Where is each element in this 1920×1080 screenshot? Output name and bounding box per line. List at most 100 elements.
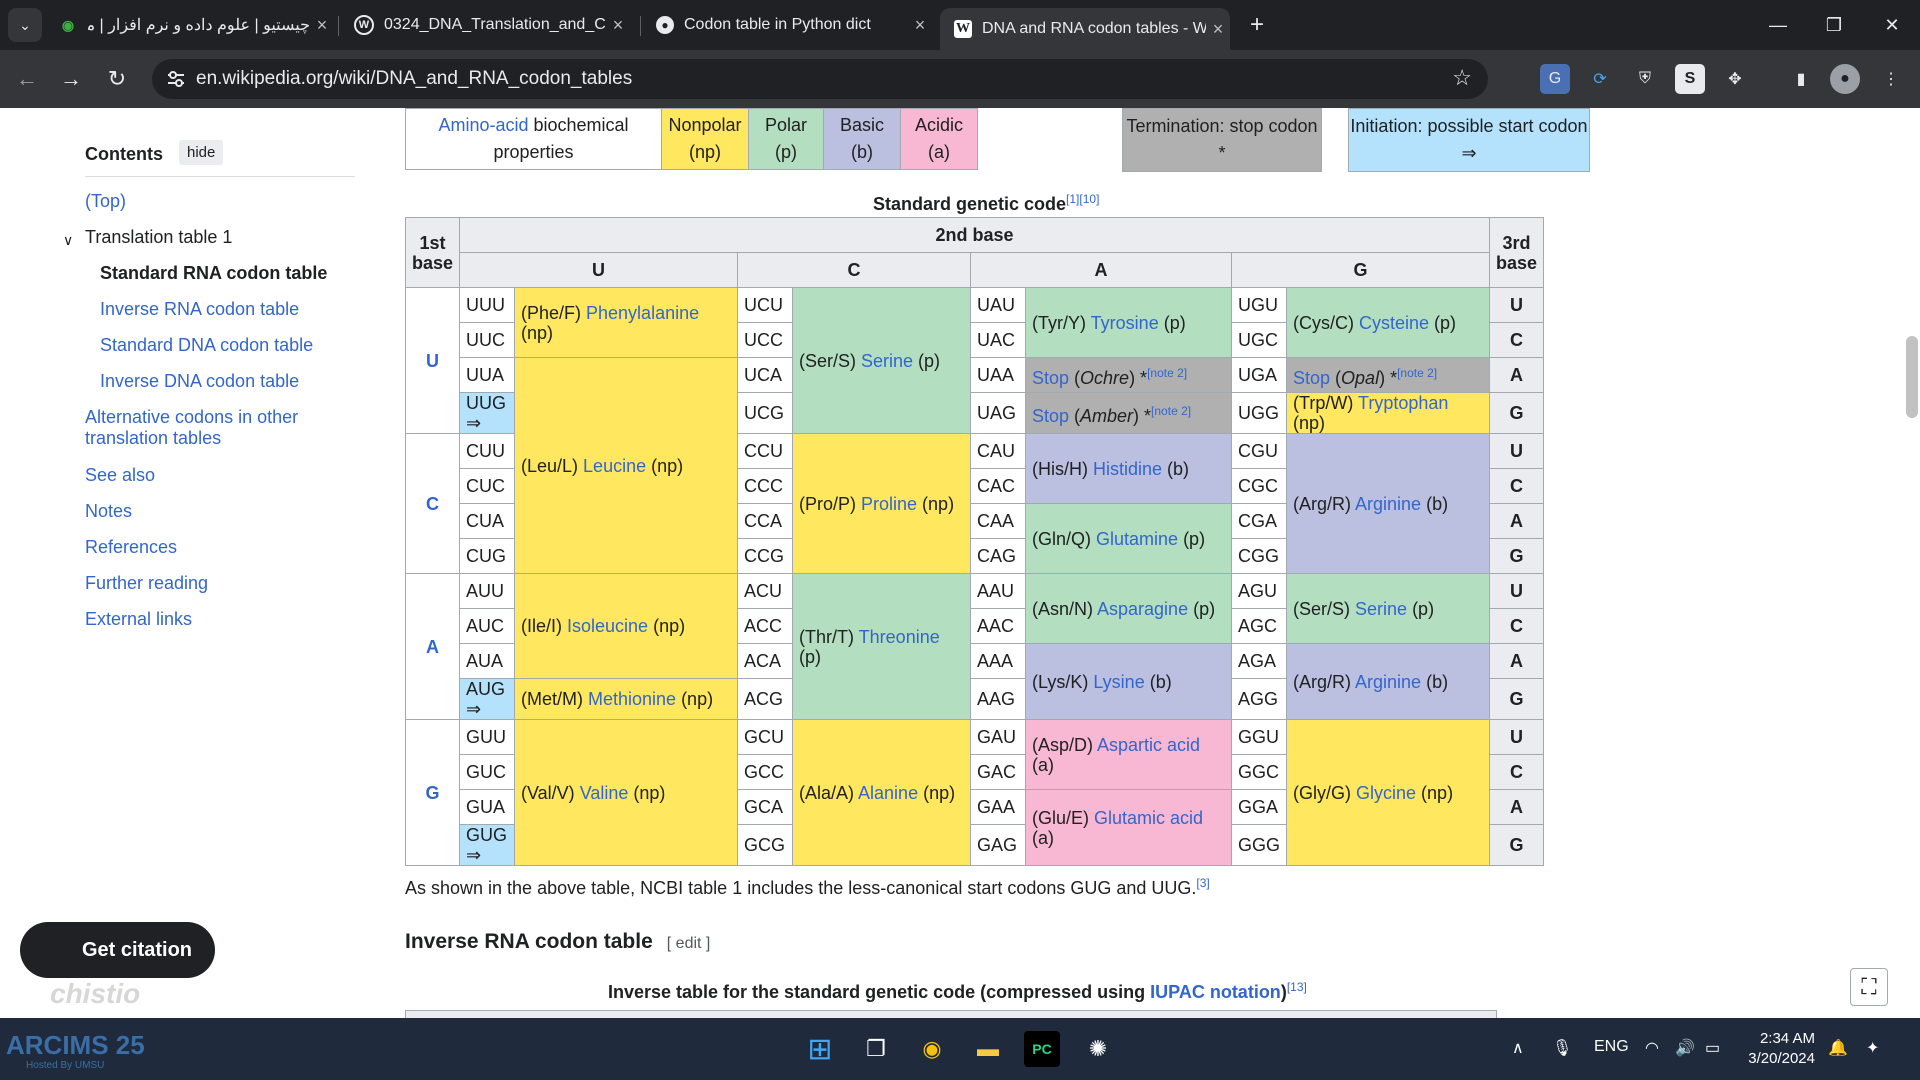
amino-acid-link[interactable]: Valine (580, 783, 629, 803)
sync-extension-icon[interactable]: ⟳ (1585, 64, 1615, 94)
toc-item-translation-table-1[interactable]: ∨ Translation table 1 (63, 227, 232, 248)
notification-bell-icon[interactable]: 🔔 (1828, 1038, 1848, 1058)
system-clock[interactable]: 2:34 AM 3/20/2024 (1745, 1029, 1815, 1069)
toc-item-standard-dna[interactable]: Standard DNA codon table (100, 335, 313, 356)
codon-cell: AAC (970, 608, 1026, 644)
amino-acid-link[interactable]: Arginine (1355, 494, 1421, 514)
toc-item-further-reading[interactable]: Further reading (85, 573, 208, 594)
tab-github[interactable]: ● Codon table in Python dict × (642, 8, 932, 42)
tab-wikipedia[interactable]: W DNA and RNA codon tables - W × (940, 8, 1230, 50)
menu-kebab-icon[interactable]: ⋮ (1876, 64, 1906, 94)
amino-acid-link[interactable]: Glutamine (1096, 529, 1178, 549)
legend-nonpolar: Nonpolar (np) (661, 108, 749, 170)
language-indicator[interactable]: ENG (1594, 1038, 1629, 1056)
amino-acid-link[interactable]: Serine (861, 351, 913, 371)
amino-acid-link[interactable]: Phenylalanine (586, 303, 699, 323)
get-citation-button[interactable]: Get citation (20, 922, 215, 978)
amino-acid-link[interactable]: Asparagine (1097, 599, 1188, 619)
toc-item-top[interactable]: (Top) (85, 191, 126, 212)
battery-icon[interactable]: ▭ (1705, 1038, 1720, 1058)
amino-acid-link[interactable]: Serine (1355, 599, 1407, 619)
amino-acid-link[interactable]: Isoleucine (567, 616, 648, 636)
chrome-icon[interactable]: ◉ (914, 1031, 950, 1067)
iupac-notation-link[interactable]: IUPAC notation (1150, 982, 1281, 1002)
header-second-A: A (970, 252, 1232, 288)
amino-acid-link[interactable]: Glycine (1356, 783, 1416, 803)
app-icon[interactable]: ✺ (1080, 1031, 1116, 1067)
note-ref[interactable]: [note 2] (1397, 366, 1437, 380)
address-bar[interactable]: en.wikipedia.org/wiki/DNA_and_RNA_codon_… (152, 59, 1488, 99)
tab-search-button[interactable]: ⌄ (8, 8, 42, 42)
toc-item-see-also[interactable]: See also (85, 465, 155, 486)
minimize-button[interactable]: — (1750, 0, 1806, 50)
amino-acid-link[interactable]: Tryptophan (1358, 393, 1448, 413)
amino-acid-link[interactable]: Amino-acid (438, 115, 528, 135)
scrollbar-thumb[interactable] (1906, 336, 1918, 418)
amino-acid-link[interactable]: Cysteine (1359, 313, 1429, 333)
shield-extension-icon[interactable]: ⛨ (1630, 64, 1660, 94)
restore-button[interactable]: ❐ (1806, 0, 1862, 50)
chevron-down-icon[interactable]: ∨ (63, 230, 73, 251)
note-ref[interactable]: [note 2] (1151, 404, 1191, 418)
amino-acid-link[interactable]: Leucine (583, 456, 646, 476)
toc-hide-button[interactable]: hide (179, 140, 224, 165)
tab-wordpress[interactable]: W 0324_DNA_Translation_and_Co × (340, 8, 630, 42)
toc-item-external-links[interactable]: External links (85, 609, 192, 630)
paragraph-ref[interactable]: [3] (1196, 876, 1209, 890)
profile-avatar[interactable]: ● (1830, 64, 1860, 94)
pycharm-icon[interactable]: PC (1024, 1031, 1060, 1067)
wifi-icon[interactable]: ◠ (1645, 1038, 1659, 1058)
edit-section-link[interactable]: [ edit ] (667, 935, 711, 952)
reload-button[interactable]: ↻ (100, 62, 134, 96)
side-panel-icon[interactable]: ▮ (1786, 64, 1816, 94)
fullscreen-icon[interactable]: ⛶ (1850, 968, 1888, 1006)
toc-item-alternative-codons[interactable]: Alternative codons in other translation … (85, 407, 315, 449)
amino-acid-link[interactable]: Tyrosine (1091, 313, 1159, 333)
forward-button[interactable]: → (54, 62, 88, 96)
toc-item-inverse-rna[interactable]: Inverse RNA codon table (100, 299, 299, 320)
file-explorer-icon[interactable]: ▬ (970, 1031, 1006, 1067)
amino-acid-link[interactable]: Aspartic acid (1097, 735, 1200, 755)
inverse-caption-ref[interactable]: [13] (1287, 980, 1307, 994)
toc-item-notes[interactable]: Notes (85, 501, 132, 522)
page-scrollbar[interactable] (1904, 108, 1920, 1018)
microphone-icon[interactable]: 🎙 (1552, 1038, 1572, 1058)
close-icon[interactable]: × (310, 15, 334, 36)
new-tab-button[interactable]: + (1240, 8, 1274, 42)
bookmark-star-icon[interactable]: ☆ (1452, 65, 1472, 91)
toc-item-inverse-dna[interactable]: Inverse DNA codon table (100, 371, 299, 392)
amino-acid-link[interactable]: Methionine (588, 689, 676, 709)
copilot-icon[interactable]: ✦ (1866, 1038, 1879, 1058)
amino-acid-link[interactable]: Stop (1293, 368, 1330, 388)
tab-chistio[interactable]: ◉ چیستیو | علوم داده و نرم افزار | مـ × (44, 8, 334, 42)
close-icon[interactable]: × (606, 15, 630, 36)
windows-start-icon[interactable]: ⊞ (802, 1031, 838, 1067)
amino-acid-link[interactable]: Alanine (858, 783, 918, 803)
close-window-button[interactable]: ✕ (1864, 0, 1920, 50)
codon-cell: CGC (1230, 468, 1288, 504)
back-button[interactable]: ← (10, 62, 44, 96)
amino-acid-link[interactable]: Proline (861, 494, 917, 514)
amino-acid-link[interactable]: Stop (1032, 406, 1069, 426)
task-view-icon[interactable]: ❐ (858, 1031, 894, 1067)
close-icon[interactable]: × (908, 15, 932, 36)
site-settings-icon[interactable] (166, 69, 186, 89)
note-ref[interactable]: [note 2] (1147, 366, 1187, 380)
toc-item-references[interactable]: References (85, 537, 177, 558)
amino-acid-link[interactable]: Arginine (1355, 672, 1421, 692)
amino-acid-link[interactable]: Glutamic acid (1094, 808, 1203, 828)
tray-chevron-icon[interactable]: ∧ (1512, 1038, 1524, 1058)
close-icon[interactable]: × (1206, 19, 1230, 40)
codon-cell: UUA (459, 357, 515, 393)
volume-icon[interactable]: 🔊 (1675, 1038, 1695, 1058)
codon-cell: UCC (737, 322, 793, 358)
caption-refs[interactable]: [1][10] (1066, 192, 1099, 206)
extensions-puzzle-icon[interactable]: ✥ (1720, 64, 1750, 94)
toc-item-standard-rna[interactable]: Standard RNA codon table (100, 263, 327, 284)
amino-acid-link[interactable]: Threonine (859, 627, 940, 647)
amino-acid-link[interactable]: Stop (1032, 368, 1069, 388)
s-extension-icon[interactable]: S (1675, 64, 1705, 94)
amino-acid-link[interactable]: Lysine (1093, 672, 1144, 692)
translate-extension-icon[interactable]: G (1540, 64, 1570, 94)
amino-acid-link[interactable]: Histidine (1093, 459, 1162, 479)
